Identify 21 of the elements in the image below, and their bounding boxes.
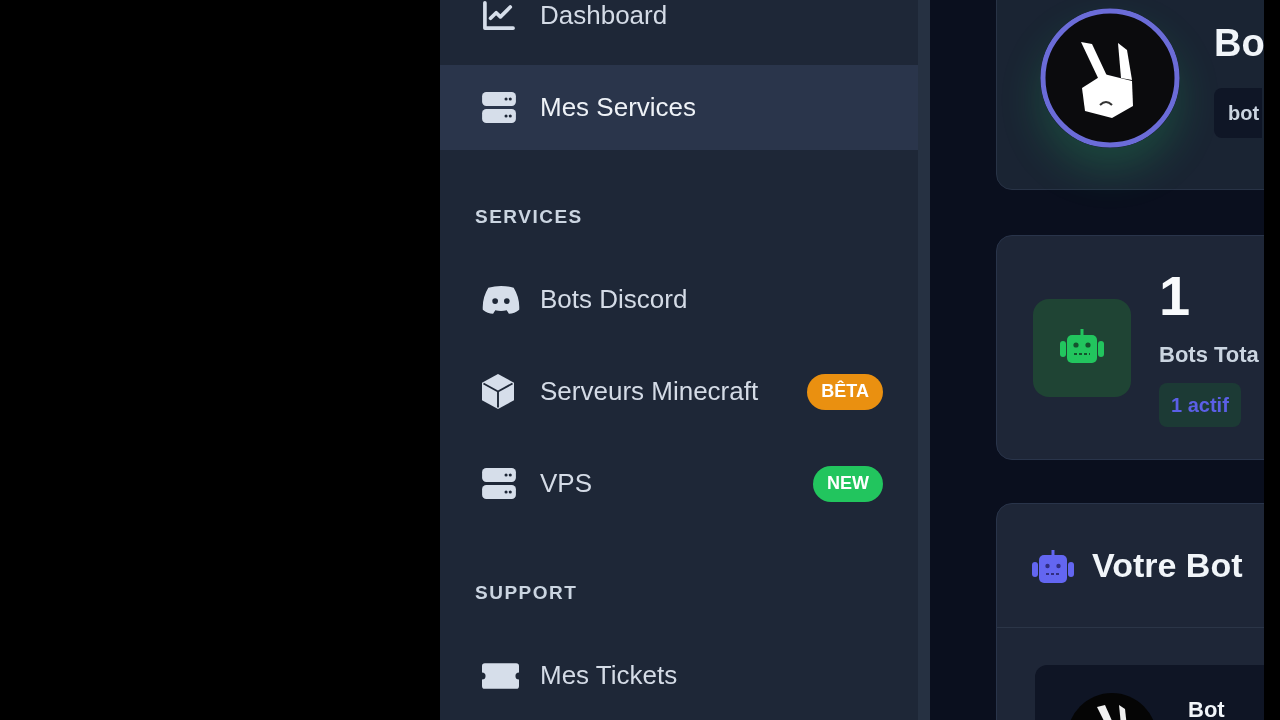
cube-icon bbox=[482, 374, 514, 409]
gamepad-icon bbox=[482, 285, 520, 314]
bot-title: Bo bbox=[1214, 24, 1264, 62]
section-heading: SUPPORT bbox=[475, 582, 578, 604]
rabbit-avatar-icon bbox=[1040, 8, 1180, 148]
active-count-tag: 1 actif bbox=[1159, 383, 1241, 427]
robot-icon bbox=[1031, 547, 1075, 584]
bot-name: Bot bbox=[1188, 700, 1225, 720]
server-icon bbox=[482, 92, 516, 123]
section-heading: SERVICES bbox=[475, 206, 583, 228]
stat-label: Bots Tota bbox=[1159, 341, 1259, 369]
robot-icon bbox=[1033, 298, 1131, 397]
status-tag: BÊTA bbox=[807, 373, 883, 410]
sidebar-item[interactable]: Mes Services bbox=[440, 65, 918, 150]
line-chart-icon bbox=[482, 0, 516, 31]
ticket-icon bbox=[482, 662, 519, 689]
panel-title: Votre Bot bbox=[1092, 545, 1243, 586]
bot-tag: bot bbox=[1214, 88, 1263, 138]
server-icon bbox=[482, 468, 516, 499]
status-tag: NEW bbox=[813, 465, 883, 502]
stat-value: 1 bbox=[1159, 268, 1191, 324]
